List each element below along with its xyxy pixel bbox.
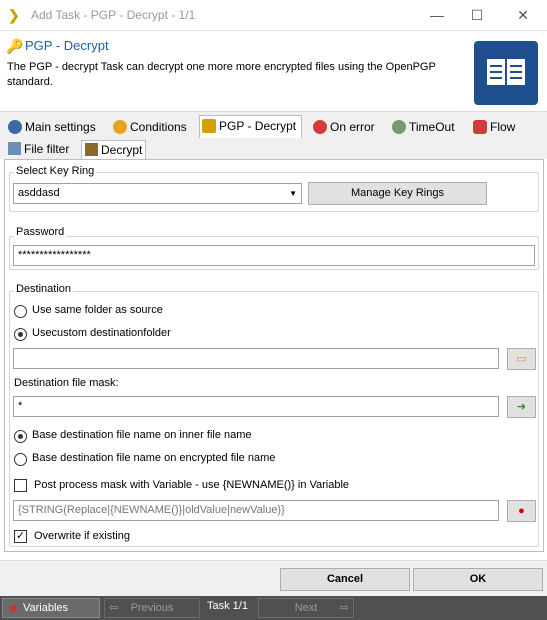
error-icon — [313, 120, 327, 134]
dialog-footer: Cancel OK — [0, 560, 547, 596]
maximize-button[interactable]: ☐ — [462, 2, 492, 28]
timeout-icon — [392, 120, 406, 134]
chevron-down-icon: ▼ — [289, 189, 297, 198]
tab-label: File filter — [24, 142, 70, 156]
tab-main-settings[interactable]: Main settings — [6, 117, 106, 139]
variables-label: Variables — [23, 602, 69, 614]
same-folder-radio[interactable] — [14, 305, 27, 318]
record-icon: ● — [518, 505, 525, 517]
encrypted-file-name-radio[interactable] — [14, 453, 27, 466]
ok-button[interactable]: OK — [413, 568, 543, 591]
overwrite-label: Overwrite if existing — [34, 530, 130, 542]
task-description: The PGP - decrypt Task can decrypt one m… — [7, 61, 436, 88]
key-ring-value: asddasd — [18, 187, 60, 199]
tab-label: Decrypt — [101, 143, 143, 157]
next-label: Next — [294, 602, 318, 614]
decrypt-panel: Select Key Ring asddasd ▼ Manage Key Rin… — [4, 159, 544, 552]
destination-mask-input[interactable]: * — [13, 396, 499, 417]
password-group-title: Password — [14, 226, 67, 238]
previous-button[interactable]: ⇦ Previous — [104, 598, 200, 618]
destination-folder-input[interactable] — [13, 348, 499, 369]
insert-variable-button[interactable]: ➜ — [507, 396, 536, 418]
decrypt-icon — [85, 143, 98, 156]
sub-tab-strip: File filter Decrypt — [0, 138, 547, 159]
custom-folder-label: Usecustom destinationfolder — [32, 327, 171, 339]
tab-label: PGP - Decrypt — [219, 119, 297, 133]
post-process-label: Post process mask with Variable - use {N… — [34, 479, 350, 491]
key-ring-select[interactable]: asddasd ▼ — [13, 183, 302, 204]
custom-folder-radio[interactable] — [14, 328, 27, 341]
previous-label: Previous — [130, 602, 174, 614]
tab-label: On error — [330, 120, 375, 134]
overwrite-checkbox[interactable]: ✓ — [14, 530, 27, 543]
tab-label: Conditions — [130, 120, 187, 134]
file-filter-icon — [8, 142, 21, 155]
tab-conditions[interactable]: Conditions — [111, 117, 193, 139]
task-title: PGP - Decrypt — [25, 38, 109, 53]
same-folder-label: Use same folder as source — [32, 304, 163, 316]
folder-icon: ▭ — [516, 353, 527, 365]
variable-button[interactable]: ● — [507, 500, 536, 522]
arrow-right-icon: ⇨ — [339, 602, 349, 614]
key-ring-group-title: Select Key Ring — [14, 165, 97, 177]
window-title: Add Task - PGP - Decrypt - 1/1 — [31, 8, 196, 22]
tab-timeout[interactable]: TimeOut — [390, 117, 462, 139]
main-tab-strip: Main settings Conditions PGP - Decrypt O… — [0, 111, 547, 139]
tab-flow[interactable]: Flow — [471, 117, 521, 139]
browse-folder-button[interactable]: ▭ — [507, 348, 536, 370]
minimize-button[interactable]: — — [422, 2, 452, 28]
destination-group-title: Destination — [14, 283, 74, 295]
tab-on-error[interactable]: On error — [311, 117, 383, 139]
key-icon: 🔑 — [6, 38, 24, 54]
close-button[interactable]: ✕ — [508, 2, 538, 28]
next-button[interactable]: Next ⇨ — [258, 598, 354, 618]
manage-key-rings-button[interactable]: Manage Key Rings — [308, 182, 487, 205]
inner-file-name-radio[interactable] — [14, 430, 27, 443]
tab-label: Flow — [490, 120, 516, 134]
title-bar: ❯ Add Task - PGP - Decrypt - 1/1 — ☐ ✕ — [0, 0, 547, 31]
insert-variable-icon: ➜ — [516, 401, 527, 413]
conditions-icon — [113, 120, 127, 134]
app-logo-icon: ❯ — [8, 7, 20, 23]
task-header: 🔑 PGP - Decrypt The PGP - decrypt Task c… — [0, 31, 547, 111]
task-counter: Task 1/1 — [207, 600, 248, 612]
post-process-checkbox[interactable] — [14, 479, 27, 492]
flow-icon — [473, 120, 487, 134]
arrow-left-icon: ⇦ — [109, 602, 119, 614]
tab-pgp-decrypt[interactable]: PGP - Decrypt — [199, 115, 302, 139]
variables-icon — [10, 605, 17, 612]
tab-decrypt[interactable]: Decrypt — [81, 140, 146, 159]
encrypted-file-name-label: Base destination file name on encrypted … — [32, 452, 276, 464]
gear-icon — [8, 120, 22, 134]
status-bar: Variables ⇦ Previous Task 1/1 Next ⇨ — [0, 596, 547, 620]
cancel-button[interactable]: Cancel — [280, 568, 410, 591]
destination-mask-label: Destination file mask: — [14, 377, 119, 389]
book-icon — [474, 41, 538, 105]
variables-button[interactable]: Variables — [2, 598, 100, 618]
tab-label: TimeOut — [409, 120, 455, 134]
variable-input[interactable]: {STRING(Replace|{NEWNAME()}|oldValue|new… — [13, 500, 499, 521]
tab-file-filter[interactable]: File filter — [5, 140, 79, 159]
key-icon — [202, 119, 216, 133]
tab-label: Main settings — [25, 120, 96, 134]
password-input[interactable]: ***************** — [13, 245, 535, 266]
inner-file-name-label: Base destination file name on inner file… — [32, 429, 252, 441]
